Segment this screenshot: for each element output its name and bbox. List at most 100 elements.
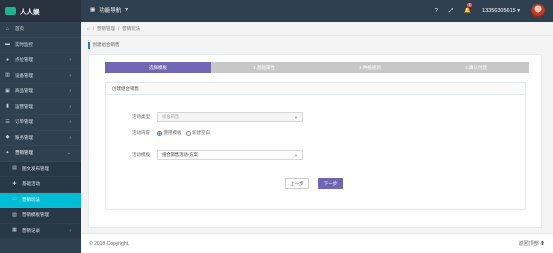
- home-icon: ⌂: [5, 25, 10, 32]
- fullscreen-icon[interactable]: ⤢: [449, 8, 453, 15]
- activity-template-select[interactable]: 组合销售活动-方案 ▼: [157, 150, 303, 160]
- page-title: 创建组合销售: [81, 36, 553, 54]
- breadcrumb-item-current: 营销玩法: [122, 25, 141, 31]
- template-icon: ▧: [12, 211, 17, 218]
- pin-icon: ●: [5, 56, 10, 63]
- page-title-text: 创建组合销售: [92, 42, 120, 47]
- back-to-top-label: 返回顶部: [518, 241, 539, 247]
- radio-use-template-label: 使用模板: [163, 130, 182, 135]
- sidebar-item-10[interactable]: ✚ 基础活动: [0, 177, 81, 193]
- step-4: 3.确认创建: [423, 62, 529, 73]
- breadcrumb: ⌂ / 营销管理 / 营销玩法: [81, 22, 553, 36]
- sidebar-item-11[interactable]: ▭ 营销玩法: [0, 192, 81, 208]
- chevron-down-icon: ▼: [294, 114, 298, 120]
- marketing-icon: ✦: [5, 149, 10, 156]
- device-icon: ▥: [5, 72, 10, 79]
- sidebar-item-8[interactable]: ✦ 营销管理 ⌄: [0, 146, 81, 162]
- chevron-down-icon: ▾: [125, 7, 128, 13]
- activity-template-row: 活动模板 组合销售活动-方案 ▼: [110, 150, 303, 160]
- chevron-right-icon: ›: [69, 88, 71, 95]
- ops-icon: ▮: [6, 103, 9, 110]
- prev-button[interactable]: 上一步: [285, 178, 309, 189]
- radio-new-blank-label: 新建空白: [192, 130, 210, 135]
- sidebar-item-7[interactable]: ◆ 账务管理 ›: [0, 131, 81, 147]
- brand[interactable]: 人人娱: [0, 0, 81, 22]
- sidebar-item-label: 点位管理: [15, 57, 33, 63]
- activity-template-label: 活动模板: [132, 152, 150, 157]
- radio-new-blank[interactable]: 新建空白: [185, 130, 210, 136]
- play-icon: ▭: [12, 196, 17, 203]
- chevron-right-icon: ›: [69, 103, 71, 110]
- home-icon[interactable]: ⌂: [87, 26, 90, 31]
- sidebar-item-2[interactable]: ● 点位管理 ›: [0, 53, 81, 69]
- wizard-steps: 选择模板 1.基础属性 2.种植规则 3.确认创建: [105, 62, 529, 73]
- sidebar-item-label: 账务管理: [15, 134, 33, 140]
- avatar[interactable]: [531, 4, 545, 18]
- sidebar-item-4[interactable]: ▣ 商品管理 ›: [0, 84, 81, 100]
- chevron-right-icon: ›: [69, 134, 71, 141]
- sidebar-item-label: 营销管理: [15, 150, 33, 156]
- sidebar-item-5[interactable]: ▮ 运营管理 ›: [0, 100, 81, 116]
- sidebar-item-6[interactable]: ☰ 订单管理 ›: [0, 115, 81, 131]
- sidebar-item-label: 营销玩法: [22, 196, 40, 202]
- goods-icon: ▣: [5, 87, 10, 94]
- chevron-right-icon: ›: [69, 227, 71, 234]
- monitor-icon: ▬: [5, 41, 10, 48]
- sidebar-item-label: 营销模板管理: [22, 212, 49, 218]
- username: 13356305615: [482, 8, 516, 14]
- sidebar-item-1[interactable]: ▬ 实时监控: [0, 38, 81, 54]
- breadcrumb-separator: /: [92, 26, 94, 31]
- activity-type-row: 活动类型 组合销售 ▼: [110, 112, 303, 122]
- top-navbar: 人人娱 ▦ 功能导航 ▾ ? ⤢ 🔔 1 13356305615 ▾: [0, 0, 553, 22]
- step-3: 2.种植规则: [317, 62, 423, 73]
- bell-icon[interactable]: 🔔 1: [464, 3, 473, 14]
- grid-icon: ▦: [90, 7, 96, 13]
- copyright: © 2018 Copyright.: [89, 240, 130, 247]
- order-icon: ☰: [5, 118, 10, 125]
- sidebar-item-3[interactable]: ▥ 设备管理 ›: [0, 69, 81, 85]
- activity-type-label: 活动类型: [132, 114, 150, 119]
- activity-icon: ✚: [12, 180, 17, 187]
- sidebar-item-0[interactable]: ⌂ 首页: [0, 22, 81, 38]
- sidebar-item-label: 设备管理: [15, 72, 33, 78]
- sidebar: ⌂ 首页 ▬ 实时监控 ● 点位管理 › ▥ 设备管理 › ▣ 商品管理 › ▮ 运营管理 › ☰ 订单管理 › ◆ 账…: [0, 22, 81, 253]
- sidebar-item-13[interactable]: ▦ 营销记录 ›: [0, 223, 81, 239]
- form-panel: 创建组合销售 活动类型 组合销售 ▼ 活动内容 使用模板 新建空白 活动模板 组…: [105, 82, 526, 210]
- next-button[interactable]: 下一步: [318, 178, 343, 189]
- sidebar-item-label: 营销记录: [22, 227, 40, 233]
- breadcrumb-item-marketing[interactable]: 营销管理: [97, 26, 115, 32]
- step-1: 选择模板: [105, 62, 211, 73]
- back-to-top-link[interactable]: 返回顶部 ⬆: [519, 240, 545, 247]
- function-nav-label: 功能导航: [99, 8, 122, 14]
- help-icon[interactable]: ?: [435, 8, 438, 14]
- finance-icon: ◆: [5, 134, 10, 141]
- radio-use-template[interactable]: 使用模板: [157, 130, 182, 136]
- sidebar-item-9[interactable]: ▤ 图文发布管理: [0, 161, 81, 177]
- sidebar-item-label: 实时监控: [15, 41, 33, 47]
- record-icon: ▦: [12, 227, 17, 234]
- panel-title: 创建组合销售: [106, 83, 525, 95]
- activity-type-select[interactable]: 组合销售 ▼: [157, 112, 303, 122]
- main-card: 选择模板 1.基础属性 2.种植规则 3.确认创建 创建组合销售 活动类型 组合…: [88, 54, 542, 228]
- sidebar-item-label: 首页: [15, 26, 24, 32]
- sidebar-item-label: 基础活动: [22, 181, 40, 187]
- publish-icon: ▤: [12, 165, 17, 172]
- radio-unchecked-icon: [185, 130, 191, 136]
- chevron-down-icon: ▼: [294, 152, 298, 158]
- notification-badge: 1: [467, 3, 473, 7]
- chevron-down-icon: ⌄: [66, 150, 71, 157]
- sidebar-item-label: 商品管理: [15, 88, 33, 94]
- sidebar-item-12[interactable]: ▧ 营销模板管理: [0, 208, 81, 224]
- sidebar-item-label: 运营管理: [15, 103, 33, 109]
- logo-icon: [5, 7, 16, 15]
- radio-checked-icon: [157, 130, 162, 136]
- activity-template-value: 组合销售活动-方案: [162, 152, 198, 157]
- step-2: 1.基础属性: [211, 62, 317, 73]
- function-nav-menu[interactable]: ▦ 功能导航 ▾: [90, 6, 128, 14]
- activity-type-value: 组合销售: [162, 114, 180, 119]
- footer: © 2018 Copyright. 返回顶部 ⬆: [81, 233, 553, 253]
- chevron-right-icon: ›: [69, 57, 71, 64]
- user-menu[interactable]: 13356305615 ▾: [482, 8, 520, 14]
- chevron-right-icon: ›: [69, 72, 71, 79]
- breadcrumb-separator: /: [117, 26, 120, 31]
